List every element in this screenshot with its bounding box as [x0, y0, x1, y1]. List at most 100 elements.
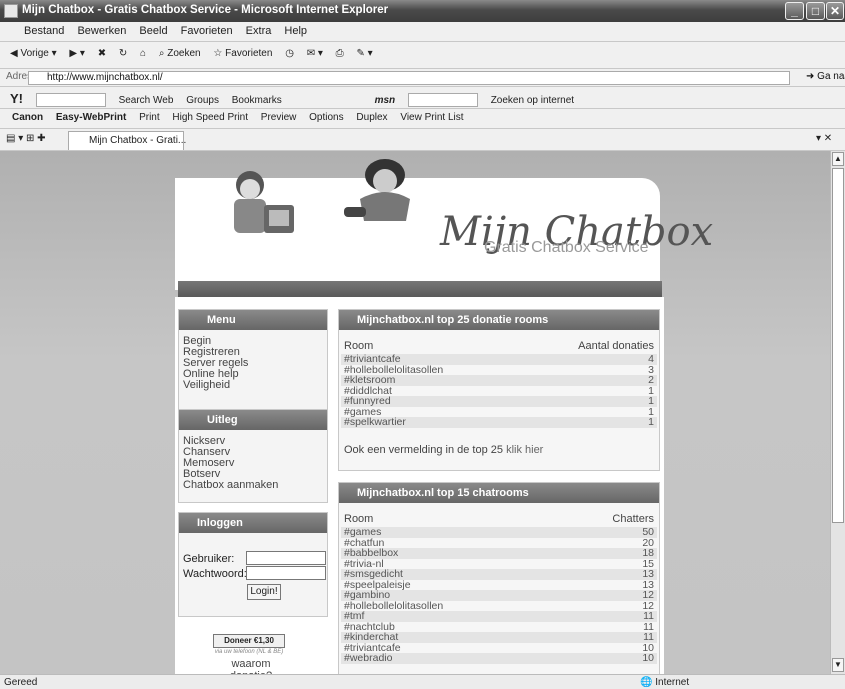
chatrooms-header-row: Room Chatters: [341, 513, 657, 527]
yahoo-search-web[interactable]: Search Web: [119, 95, 174, 106]
msn-logo[interactable]: msn: [375, 95, 396, 106]
menu-panel: Menu Begin Registreren Server regels Onl…: [178, 309, 328, 412]
table-row: #smsgedicht 13: [341, 569, 657, 580]
table-row: #hollebollelolitasollen 12: [341, 600, 657, 611]
msn-search-internet[interactable]: Zoeken op internet: [491, 95, 574, 106]
internet-zone: 🌐 Internet: [640, 677, 690, 688]
title-bar: Mijn Chatbox - Gratis Chatbox Service - …: [0, 0, 845, 22]
home-icon[interactable]: ⌂: [140, 48, 146, 59]
canon-duplex[interactable]: Duplex: [356, 112, 387, 123]
menu-favorieten[interactable]: Favorieten: [181, 25, 233, 37]
menu-help[interactable]: Help: [284, 25, 307, 37]
tab-mijnchatbox[interactable]: Mijn Chatbox - Grati...: [68, 131, 186, 150]
menu-extra[interactable]: Extra: [246, 25, 272, 37]
scroll-down-icon[interactable]: ▼: [832, 658, 844, 672]
donatie-title: Mijnchatbox.nl top 25 donatie rooms: [339, 310, 659, 330]
canon-print[interactable]: Print: [139, 112, 160, 123]
tab-list-icon[interactable]: ▤ ▾ ⊞ ✚: [6, 133, 46, 144]
password-label: Wachtwoord:: [183, 568, 247, 580]
go-label: Ga naar: [817, 71, 845, 82]
vertical-scrollbar[interactable]: ▲ ▼: [830, 151, 845, 674]
chatrooms-title: Mijnchatbox.nl top 15 chatrooms: [339, 483, 659, 503]
login-panel: Inloggen Gebruiker: Wachtwoord: Login!: [178, 512, 328, 617]
search-button[interactable]: ⌕ Zoeken: [159, 48, 201, 59]
close-button[interactable]: ✕: [826, 2, 844, 20]
table-row: #babbelbox 18: [341, 548, 657, 559]
donatie-col-count: Aantal donaties: [578, 340, 654, 352]
back-button[interactable]: ◀ Vorige ▾: [10, 48, 57, 59]
tab-close-icon[interactable]: ▾ ✕: [816, 133, 832, 144]
menu-bestand[interactable]: Bestand: [24, 25, 64, 37]
room-count: 1: [648, 416, 654, 428]
favorites-label: Favorieten: [225, 48, 273, 59]
donate-subtext: via uw telefoon (NL & BE): [214, 649, 284, 655]
yahoo-logo[interactable]: Y!: [10, 91, 23, 106]
go-button[interactable]: ➜ Ga naar: [806, 71, 845, 82]
donatie-col-room: Room: [344, 340, 374, 352]
content-area: Menu Begin Registreren Server regels Onl…: [175, 297, 664, 674]
internet-zone-label: Internet: [655, 677, 690, 688]
table-row: #gambino 12: [341, 590, 657, 601]
stop-icon[interactable]: ✖: [98, 48, 106, 59]
logo-subtitle: Gratis Chatbox Service: [484, 239, 649, 256]
room-count: 10: [642, 652, 654, 664]
donatie-header-row: Room Aantal donaties: [341, 340, 657, 354]
canon-brand: Canon: [12, 112, 44, 123]
back-label: Vorige: [20, 48, 49, 59]
yahoo-groups[interactable]: Groups: [186, 95, 219, 106]
donate-button[interactable]: Doneer €1,30: [213, 634, 285, 648]
chatrooms-box: Mijnchatbox.nl top 15 chatrooms Room Cha…: [338, 482, 660, 674]
canon-printlist[interactable]: View Print List: [400, 112, 463, 123]
menu-panel-title: Menu: [179, 310, 327, 330]
window-title: Mijn Chatbox - Gratis Chatbox Service - …: [22, 4, 389, 16]
chatrooms-col-room: Room: [344, 513, 374, 525]
scroll-up-icon[interactable]: ▲: [832, 152, 844, 166]
scroll-thumb[interactable]: [832, 168, 844, 523]
menu-link-veiligheid[interactable]: Veiligheid: [183, 380, 327, 391]
print-icon[interactable]: ⎙: [336, 48, 344, 59]
canon-product[interactable]: Easy-WebPrint: [56, 112, 126, 123]
login-button[interactable]: Login!: [247, 584, 281, 600]
favorites-button[interactable]: ☆ Favorieten: [213, 48, 272, 59]
donate-why-link[interactable]: waarom donatie?: [211, 658, 291, 674]
menu-bewerken[interactable]: Bewerken: [77, 25, 126, 37]
edit-icon[interactable]: ✎ ▾: [356, 48, 372, 59]
yahoo-bookmarks[interactable]: Bookmarks: [232, 95, 282, 106]
table-row: #triviantcafe 4: [341, 354, 657, 365]
canon-preview[interactable]: Preview: [261, 112, 297, 123]
room-link[interactable]: #spelkwartier: [344, 417, 406, 428]
donatie-box: Mijnchatbox.nl top 25 donatie rooms Room…: [338, 309, 660, 471]
canon-hsprint[interactable]: High Speed Print: [172, 112, 248, 123]
username-input[interactable]: [246, 551, 326, 565]
menu-beeld[interactable]: Beeld: [139, 25, 167, 37]
table-row: #games 50: [341, 527, 657, 538]
address-input[interactable]: http://www.mijnchatbox.nl/: [28, 71, 790, 85]
refresh-icon[interactable]: ↻: [119, 48, 127, 59]
room-link[interactable]: #webradio: [344, 653, 392, 664]
minimize-button[interactable]: _: [785, 2, 804, 20]
password-input[interactable]: [246, 566, 326, 580]
login-panel-title: Inloggen: [179, 513, 327, 533]
history-icon[interactable]: ◷: [285, 48, 294, 59]
table-row: #webradio 10: [341, 653, 657, 664]
msn-search-input[interactable]: [407, 93, 478, 108]
mail-icon[interactable]: ✉ ▾: [307, 48, 323, 59]
nav-strip: [178, 281, 662, 297]
donatie-footer-link[interactable]: klik hier: [506, 444, 543, 456]
username-label: Gebruiker:: [183, 553, 235, 565]
maximize-button[interactable]: □: [806, 2, 825, 20]
chatrooms-col-count: Chatters: [612, 513, 654, 525]
forward-button[interactable]: ▶ ▾: [69, 48, 85, 59]
standard-toolbar: ◀ Vorige ▾ ▶ ▾ ✖ ↻ ⌂ ⌕ Zoeken ☆ Favoriet…: [0, 42, 845, 69]
table-row: #kinderchat 11: [341, 632, 657, 643]
canon-options[interactable]: Options: [309, 112, 343, 123]
uitleg-panel: Uitleg Nickserv Chanserv Memoserv Botser…: [178, 409, 328, 503]
yahoo-search-input[interactable]: [35, 93, 106, 108]
table-row: #tmf 11: [341, 611, 657, 622]
table-row: #funnyred 1: [341, 396, 657, 407]
mascot-phone-image: [344, 159, 410, 221]
status-text: Gereed: [4, 677, 38, 688]
tab-bar: ▤ ▾ ⊞ ✚ Mijn Chatbox - Grati... ▾ ✕: [0, 129, 845, 151]
uitleg-link-chatbox-aanmaken[interactable]: Chatbox aanmaken: [183, 480, 327, 491]
table-row: #kletsroom 2: [341, 375, 657, 386]
